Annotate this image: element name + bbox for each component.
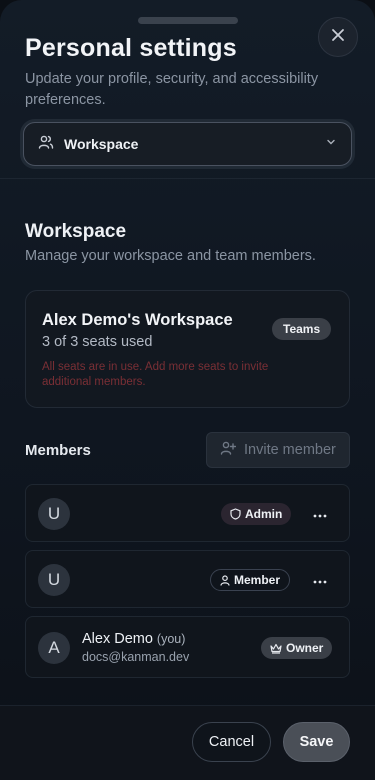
drag-handle[interactable]: [138, 17, 238, 24]
you-indicator: (you): [156, 632, 186, 646]
chevron-down-icon: [325, 135, 337, 153]
seat-warning: All seats are in use. Add more seats to …: [42, 361, 269, 388]
avatar: A: [38, 632, 70, 664]
more-options-button[interactable]: [312, 573, 328, 587]
more-horizontal-icon: [313, 571, 327, 589]
invite-member-label: Invite member: [244, 442, 336, 458]
header-divider: [0, 178, 375, 179]
role-label: Admin: [245, 507, 283, 521]
members-heading: Members: [25, 442, 91, 459]
member-name-text: Alex Demo: [82, 631, 153, 647]
seat-usage: 3 of 3 seats used: [42, 334, 153, 350]
crown-icon: [270, 643, 282, 654]
page-subtitle: Update your profile, security, and acces…: [25, 71, 319, 108]
member-row: U Admin: [25, 484, 350, 542]
close-button[interactable]: [318, 17, 358, 57]
plan-badge: Teams: [272, 318, 332, 340]
user-plus-icon: [220, 440, 237, 461]
member-row: A Alex Demo (you) docs@kanman.dev Owner: [25, 616, 350, 678]
workspace-card: Alex Demo's Workspace 3 of 3 seats used …: [25, 290, 350, 408]
user-icon: [220, 574, 230, 586]
save-button[interactable]: Save: [283, 722, 350, 762]
page-title: Personal settings: [25, 34, 237, 62]
more-horizontal-icon: [313, 505, 327, 523]
settings-sheet: Personal settings Update your profile, s…: [0, 0, 375, 780]
role-badge: Owner: [261, 637, 333, 659]
close-icon: [331, 28, 345, 47]
role-badge: Admin: [221, 503, 292, 525]
users-icon: [38, 134, 54, 155]
shield-icon: [230, 508, 241, 520]
workspace-section-title: Workspace: [25, 221, 127, 242]
member-row: U Member: [25, 550, 350, 608]
workspace-section-subtitle: Manage your workspace and team members.: [25, 248, 316, 264]
cancel-button[interactable]: Cancel: [192, 722, 271, 762]
invite-member-button[interactable]: Invite member: [206, 432, 350, 468]
member-email: docs@kanman.dev: [82, 650, 190, 664]
more-options-button[interactable]: [312, 507, 328, 521]
avatar: U: [38, 498, 70, 530]
workspace-name: Alex Demo's Workspace: [42, 311, 233, 329]
role-label: Owner: [286, 641, 324, 655]
avatar: U: [38, 564, 70, 596]
section-select-value: Workspace: [64, 136, 139, 152]
settings-section-select[interactable]: Workspace: [23, 122, 352, 166]
member-name: Alex Demo (you): [82, 631, 185, 647]
role-badge: Member: [210, 569, 291, 591]
role-label: Member: [234, 573, 281, 587]
